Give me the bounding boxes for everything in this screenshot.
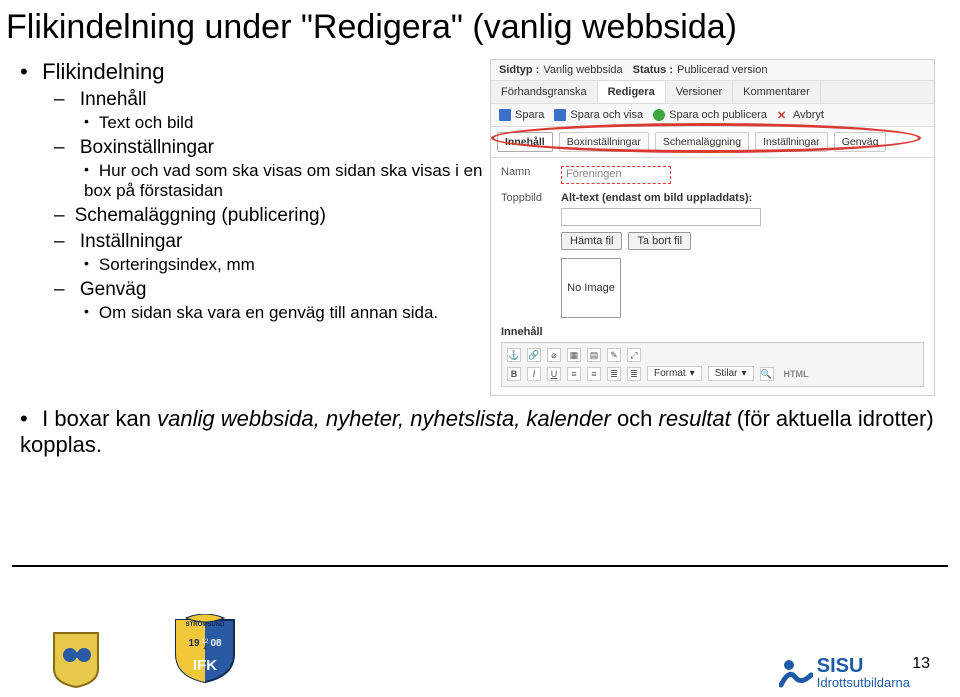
fetch-file-button[interactable]: Hämta fil <box>561 232 622 250</box>
svg-text:19: 19 <box>188 638 200 649</box>
save-button[interactable]: Spara <box>499 109 544 121</box>
bold-icon[interactable]: B <box>507 367 521 381</box>
list-ul-icon[interactable]: ≣ <box>627 367 641 381</box>
format-select[interactable]: Format▾ <box>647 366 702 381</box>
svg-text:12: 12 <box>202 639 209 645</box>
publish-button[interactable]: Spara och publicera <box>653 109 767 121</box>
html-toggle[interactable]: HTML <box>784 369 809 379</box>
footnote: I boxar kan vanlig webbsida, nyheter, ny… <box>20 406 960 458</box>
bullet-boxinstallningar: Boxinställningar Hur och vad som ska vis… <box>54 137 490 201</box>
search-icon[interactable]: 🔍 <box>760 367 774 381</box>
svg-text:IFK: IFK <box>193 657 217 674</box>
bullet-genvag-sub: Om sidan ska vara en genväg till annan s… <box>84 303 490 323</box>
tab-versioner[interactable]: Versioner <box>666 81 733 103</box>
image-icon[interactable]: ▦ <box>567 348 581 362</box>
no-image-placeholder[interactable]: No Image <box>561 258 621 318</box>
file-icon[interactable]: ✎ <box>607 348 621 362</box>
label-namn: Namn <box>501 166 561 178</box>
subtab-schemalaggning[interactable]: Schemaläggning <box>655 132 749 152</box>
bullet-installningar: Inställningar Sorteringsindex, mm <box>54 231 490 275</box>
editor-toolbar[interactable]: ⚓ 🔗 ⌀ ▦ ▤ ✎ ⤢ B I U ≡ ≡ ≣ <box>501 342 924 387</box>
save-icon <box>499 109 511 121</box>
remove-file-button[interactable]: Ta bort fil <box>628 232 691 250</box>
bullet-innehall-sub: Text och bild <box>84 113 490 133</box>
svg-text:STRÖMSUND: STRÖMSUND <box>186 621 225 628</box>
club-shield-logo: STRÖMSUND 19 08 12 4 IFK <box>172 614 238 689</box>
main-tabs[interactable]: Förhandsgranska Redigera Versioner Komme… <box>491 81 934 104</box>
italic-icon[interactable]: I <box>527 367 541 381</box>
tab-kommentarer[interactable]: Kommentarer <box>733 81 821 103</box>
cancel-icon: ✕ <box>777 109 789 121</box>
bullet-innehall: Innehåll Text och bild <box>54 89 490 133</box>
subtab-genvag[interactable]: Genväg <box>834 132 887 152</box>
bullet-column: Flikindelning Innehåll Text och bild Box… <box>10 59 490 333</box>
expand-icon[interactable]: ⤢ <box>627 348 641 362</box>
styles-select[interactable]: Stilar▾ <box>708 366 754 381</box>
label-toppbild: Toppbild <box>501 192 561 204</box>
unlink-icon[interactable]: ⌀ <box>547 348 561 362</box>
svg-text:08: 08 <box>210 638 222 649</box>
editor-screenshot: Sidtyp : Vanlig webbsida Status : Public… <box>490 59 935 396</box>
save-view-button[interactable]: Spara och visa <box>554 109 643 121</box>
label-innehall-section: Innehåll <box>501 326 924 338</box>
cancel-button[interactable]: ✕Avbryt <box>777 109 824 121</box>
subtab-boxinstallningar[interactable]: Boxinställningar <box>559 132 649 152</box>
anchor-icon[interactable]: ⚓ <box>507 348 521 362</box>
page-title: Flikindelning under "Redigera" (vanlig w… <box>0 0 960 59</box>
bullet-box-sub: Hur och vad som ska visas om sidan ska v… <box>84 161 490 201</box>
bullet-flikindelning: Flikindelning Innehåll Text och bild Box… <box>20 59 490 323</box>
underline-icon[interactable]: U <box>547 367 561 381</box>
subtab-innehall[interactable]: Innehåll <box>497 132 553 152</box>
link-icon[interactable]: 🔗 <box>527 348 541 362</box>
align-center-icon[interactable]: ≡ <box>587 367 601 381</box>
tab-forhandsgranska[interactable]: Förhandsgranska <box>491 81 598 103</box>
chevron-down-icon: ▾ <box>742 368 747 379</box>
input-alt-text[interactable] <box>561 208 761 226</box>
page-number: 13 <box>912 655 930 673</box>
bullet-installningar-sub: Sorteringsindex, mm <box>84 255 490 275</box>
input-namn[interactable]: Föreningen <box>561 166 671 184</box>
sub-tabs[interactable]: Innehåll Boxinställningar Schemaläggning… <box>491 127 934 158</box>
align-left-icon[interactable]: ≡ <box>567 367 581 381</box>
footer: STRÖMSUND 19 08 12 4 IFK SISU Idrottsutb… <box>0 614 960 689</box>
toolbar: Spara Spara och visa Spara och publicera… <box>491 104 934 127</box>
chevron-down-icon: ▾ <box>690 368 695 379</box>
table-icon[interactable]: ▤ <box>587 348 601 362</box>
bullet-schemalaggning: Schemaläggning (publicering) <box>54 205 490 227</box>
subtab-installningar[interactable]: Inställningar <box>755 132 828 152</box>
bullet-genvag: Genväg Om sidan ska vara en genväg till … <box>54 279 490 323</box>
app-statusbar: Sidtyp : Vanlig webbsida Status : Public… <box>491 60 934 81</box>
sisu-logo: SISU Idrottsutbildarna <box>779 655 910 689</box>
list-ol-icon[interactable]: ≣ <box>607 367 621 381</box>
save-view-icon <box>554 109 566 121</box>
publish-icon <box>653 109 665 121</box>
footer-divider <box>12 565 948 567</box>
label-alt-text: Alt-text (endast om bild uppladdats): <box>561 192 924 204</box>
tab-redigera[interactable]: Redigera <box>598 81 666 103</box>
rf-logo <box>50 631 102 689</box>
